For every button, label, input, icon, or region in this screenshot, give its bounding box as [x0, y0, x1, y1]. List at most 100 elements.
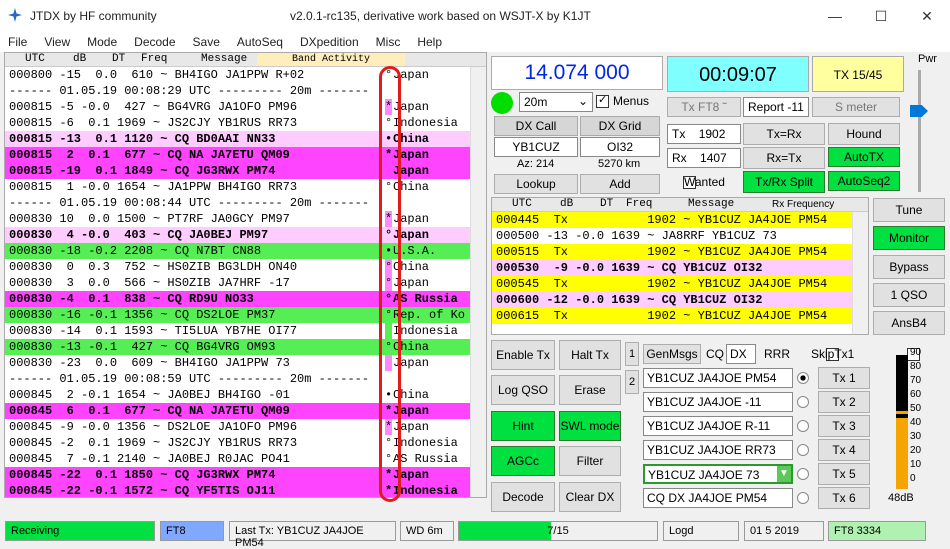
band-activity-row[interactable]: 000845 -2 0.1 1969 ~ JS2CJY YB1RUS RR73 °…: [5, 435, 486, 451]
tx5-radio[interactable]: [797, 468, 809, 480]
menus-checkbox[interactable]: [596, 93, 609, 109]
band-activity-row[interactable]: 000830 10 0.0 1500 ~ PT7RF JA0GCY PM97 * J…: [5, 211, 486, 227]
band-activity-row[interactable]: 000845 2 -0.1 1654 ~ JA0BEJ BH4IGO -01 • C…: [5, 387, 486, 403]
menu-view[interactable]: View: [36, 32, 79, 52]
tx5-button[interactable]: Tx 5: [818, 463, 870, 485]
band-activity-row[interactable]: ------ 01.05.19 00:08:29 UTC --------- 2…: [5, 83, 486, 99]
hint-button[interactable]: Hint: [491, 411, 555, 441]
cq-input[interactable]: DX: [726, 344, 756, 364]
smeter-button[interactable]: S meter: [812, 97, 900, 117]
rx-frequency-panel[interactable]: UTC dB DT Freq Message Rx Frequency 0004…: [491, 197, 869, 335]
menu-help[interactable]: Help: [409, 32, 451, 52]
enable-tx-button[interactable]: Enable Tx: [491, 340, 555, 370]
chevron-down-icon[interactable]: ▼: [777, 466, 791, 482]
tx6-button[interactable]: Tx 6: [818, 487, 870, 509]
tx3-radio[interactable]: [797, 420, 809, 432]
band-activity-row[interactable]: 000845 -22 -0.1 1572 ~ CQ YF5TIS OJ11 * In…: [5, 483, 486, 497]
auto-tx-button[interactable]: AutoTX: [828, 147, 900, 167]
clear-dx-button[interactable]: Clear DX: [559, 482, 621, 512]
rx-frequency-row[interactable]: 000600 -12 -0.0 1639 ~ CQ YB1CUZ OI32: [492, 292, 868, 308]
tab-messages-1[interactable]: 1: [625, 342, 639, 366]
rx-frequency-list[interactable]: 000445 Tx 1902 ~ YB1CUZ JA4JOE PM54 00050…: [492, 212, 868, 324]
menu-autoseq[interactable]: AutoSeq: [229, 32, 292, 52]
tx3-button[interactable]: Tx 3: [818, 415, 870, 437]
band-activity-row[interactable]: 000800 -15 0.0 610 ~ BH4IGO JA1PPW R+02 °…: [5, 67, 486, 83]
erase-button[interactable]: Erase: [559, 375, 621, 405]
band-activity-row[interactable]: 000845 -9 -0.0 1356 ~ DS2LOE JA1OFO PM96…: [5, 419, 486, 435]
band-activity-row[interactable]: 000830 -18 -0.2 2208 ~ CQ N7BT CN88 • U.S.…: [5, 243, 486, 259]
band-activity-row[interactable]: 000830 3 0.0 566 ~ HS0ZIB JA7HRF -17 ° Jap…: [5, 275, 486, 291]
report-spinbox[interactable]: Report -11: [743, 97, 809, 117]
band-activity-row[interactable]: 000830 -23 0.0 609 ~ BH4IGO JA1PPW 73 Jap…: [5, 355, 486, 371]
band-activity-row[interactable]: 000830 -4 0.1 838 ~ CQ RD9U NO33 ° AS Russ…: [5, 291, 486, 307]
close-icon[interactable]: ✕: [904, 0, 950, 32]
band-activity-row[interactable]: 000815 2 0.1 677 ~ CQ NA JA7ETU QM09 * Jap…: [5, 147, 486, 163]
tx3-message-input[interactable]: YB1CUZ JA4JOE R-11: [643, 416, 793, 436]
tx2-message-input[interactable]: YB1CUZ JA4JOE -11: [643, 392, 793, 412]
band-activity-row[interactable]: 000845 7 -0.1 2140 ~ JA0BEJ R0JAC PO41 ° A…: [5, 451, 486, 467]
autoseq2-button[interactable]: AutoSeq2: [828, 171, 900, 191]
band-activity-row[interactable]: 000830 -13 -0.1 427 ~ CQ BG4VRG OM93 ° Chi…: [5, 339, 486, 355]
tab-messages-2[interactable]: 2: [625, 370, 639, 394]
tx6-radio[interactable]: [797, 492, 809, 504]
tx-frequency-spinbox[interactable]: Tx 1902: [667, 124, 741, 144]
tx1-button[interactable]: Tx 1: [818, 367, 870, 389]
rx-frequency-row[interactable]: 000445 Tx 1902 ~ YB1CUZ JA4JOE PM54: [492, 212, 868, 228]
band-activity-list[interactable]: 000800 -15 0.0 610 ~ BH4IGO JA1PPW R+02 °…: [5, 67, 486, 497]
band-activity-row[interactable]: 000815 -13 0.1 1120 ~ CQ BD0AAI NN33 • Chi…: [5, 131, 486, 147]
rx-frequency-row[interactable]: 000500 -13 -0.0 1639 ~ JA8RRF YB1CUZ 73: [492, 228, 868, 244]
tx4-radio[interactable]: [797, 444, 809, 456]
band-activity-row[interactable]: 000830 -16 -0.1 1356 ~ CQ DS2LOE PM37 ° Re…: [5, 307, 486, 323]
menu-misc[interactable]: Misc: [368, 32, 410, 52]
log-qso-button[interactable]: Log QSO: [491, 375, 555, 405]
rx-frequency-row[interactable]: 000615 Tx 1902 ~ YB1CUZ JA4JOE PM54: [492, 308, 868, 324]
menu-file[interactable]: File: [0, 32, 36, 52]
tx5-message-select[interactable]: YB1CUZ JA4JOE 73 ▼: [643, 464, 793, 484]
tx2-button[interactable]: Tx 2: [818, 391, 870, 413]
band-activity-row[interactable]: 000815 -19 0.1 1849 ~ CQ JG3RWX PM74 Japa…: [5, 163, 486, 179]
bypass-button[interactable]: Bypass: [873, 255, 945, 279]
menu-dxpedition[interactable]: DXpedition: [292, 32, 368, 52]
power-slider[interactable]: [910, 105, 928, 117]
rx-frequency-row[interactable]: 000530 -9 -0.0 1639 ~ CQ YB1CUZ OI32: [492, 260, 868, 276]
ansb4-button[interactable]: AnsB4: [873, 311, 945, 335]
maximize-icon[interactable]: ☐: [858, 0, 904, 32]
monitor-button[interactable]: Monitor: [873, 226, 945, 250]
rx-frequency-spinbox[interactable]: Rx 1407: [667, 148, 741, 168]
band-activity-row[interactable]: ------ 01.05.19 00:08:59 UTC --------- 2…: [5, 371, 486, 387]
tx-eq-rx-button[interactable]: Tx=Rx: [743, 123, 825, 145]
one-qso-button[interactable]: 1 QSO: [873, 283, 945, 307]
tx4-button[interactable]: Tx 4: [818, 439, 870, 461]
hound-button[interactable]: Hound: [828, 123, 900, 145]
band-activity-row[interactable]: 000845 -22 0.1 1850 ~ CQ JG3RWX PM74 * Jap…: [5, 467, 486, 483]
tx6-message-input[interactable]: CQ DX JA4JOE PM54: [643, 488, 793, 508]
menu-save[interactable]: Save: [185, 32, 229, 52]
tune-button[interactable]: Tune: [873, 198, 945, 222]
band-activity-row[interactable]: ------ 01.05.19 00:08:44 UTC --------- 2…: [5, 195, 486, 211]
band-select[interactable]: 20m ⌄: [519, 92, 593, 112]
lookup-button[interactable]: Lookup: [494, 174, 578, 194]
decode-button[interactable]: Decode: [491, 482, 555, 512]
halt-tx-button[interactable]: Halt Tx: [559, 340, 621, 370]
band-activity-row[interactable]: 000815 1 -0.0 1654 ~ JA1PPW BH4IGO RR73 °…: [5, 179, 486, 195]
rx-frequency-scrollbar[interactable]: [852, 212, 868, 334]
tx-mode-button[interactable]: Tx FT8 ˜: [667, 97, 741, 117]
band-activity-row[interactable]: 000830 -14 0.1 1593 ~ TI5LUA YB7HE OI77 I…: [5, 323, 486, 339]
rx-frequency-row[interactable]: 000515 Tx 1902 ~ YB1CUZ JA4JOE PM54: [492, 244, 868, 260]
tx-rx-split-button[interactable]: Tx/Rx Split: [743, 171, 825, 193]
minimize-icon[interactable]: —: [812, 0, 858, 32]
tx1-radio[interactable]: [797, 372, 809, 384]
band-activity-row[interactable]: 000845 6 0.1 677 ~ CQ NA JA7ETU QM09 * Jap…: [5, 403, 486, 419]
tx2-radio[interactable]: [797, 396, 809, 408]
band-activity-scrollbar[interactable]: [470, 67, 486, 497]
band-activity-row[interactable]: 000830 0 0.3 752 ~ HS0ZIB BG3LDH ON40 ° Ch…: [5, 259, 486, 275]
rx-frequency-row[interactable]: 000545 Tx 1902 ~ YB1CUZ JA4JOE PM54: [492, 276, 868, 292]
add-button[interactable]: Add: [580, 174, 660, 194]
dx-call-input[interactable]: YB1CUZ: [494, 137, 578, 157]
swl-mode-button[interactable]: SWL mode: [559, 411, 621, 441]
dx-grid-input[interactable]: OI32: [580, 137, 660, 157]
band-activity-panel[interactable]: UTC dB DT Freq Message Band Activity 000…: [4, 52, 487, 498]
menu-mode[interactable]: Mode: [79, 32, 126, 52]
genmsgs-button[interactable]: GenMsgs: [643, 344, 701, 364]
menu-decode[interactable]: Decode: [126, 32, 184, 52]
